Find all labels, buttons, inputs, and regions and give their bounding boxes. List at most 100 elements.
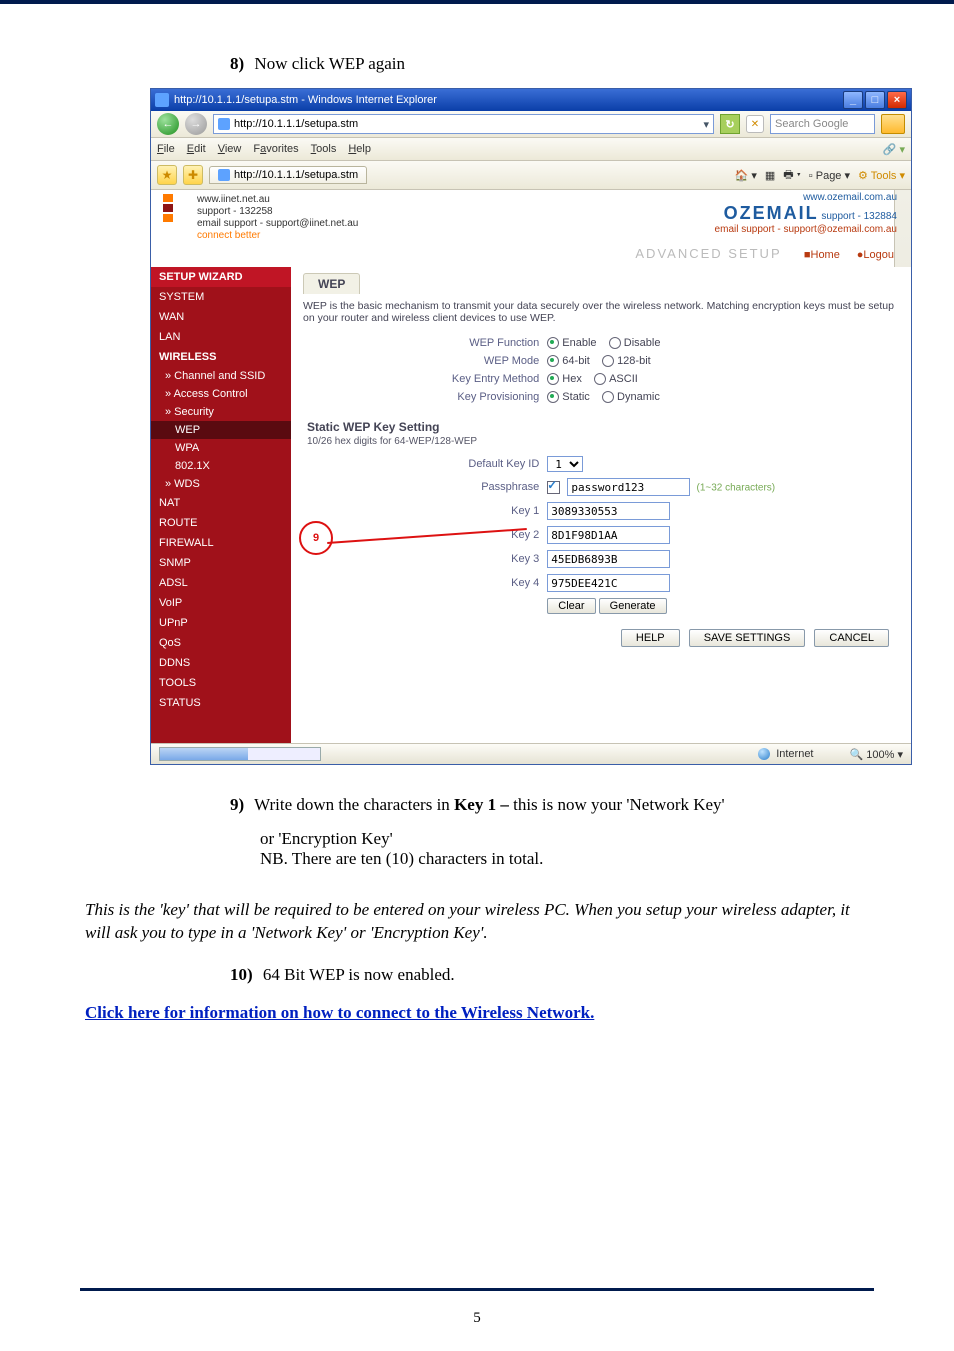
menu-file[interactable]: FFileile (157, 143, 175, 155)
main-panel: WEP WEP is the basic mechanism to transm… (291, 267, 911, 743)
menu-help[interactable]: Help (348, 143, 371, 155)
sidebar-tools[interactable]: TOOLS (151, 673, 291, 693)
sidebar-lan[interactable]: LAN (151, 327, 291, 347)
sidebar-upnp[interactable]: UPnP (151, 613, 291, 633)
iinet-info: www.iinet.net.au support - 132258 email … (197, 194, 358, 242)
ie-icon (155, 93, 169, 107)
search-go-button[interactable] (881, 114, 905, 134)
sidebar-nat[interactable]: NAT (151, 493, 291, 513)
radio-disable[interactable] (609, 337, 621, 349)
step-8: 8) Now click WEP again (230, 54, 874, 74)
ie-status-bar: Internet 🔍 100% ▾ (151, 743, 911, 764)
radio-128bit[interactable] (602, 355, 614, 367)
sidebar-channel-ssid[interactable]: » Channel and SSID (151, 367, 291, 385)
sidebar-security[interactable]: » Security (151, 403, 291, 421)
favicon-icon (218, 118, 230, 130)
internet-zone-icon (758, 748, 770, 760)
back-button[interactable]: ← (157, 113, 179, 135)
page-menu[interactable]: ▫ Page ▾ (809, 169, 850, 182)
ie-nav-row: ← → http://10.1.1.1/setupa.stm ▾ ↻ ✕ Sea… (151, 111, 911, 138)
tab-favicon-icon (218, 169, 230, 181)
minimize-button[interactable]: _ (843, 91, 863, 109)
browser-tab[interactable]: http://10.1.1.1/setupa.stm (209, 166, 367, 184)
connect-wireless-link[interactable]: Click here for information on how to con… (85, 1003, 869, 1023)
internet-zone-label: Internet (776, 748, 813, 760)
sidebar-8021x[interactable]: 802.1X (151, 457, 291, 475)
search-input[interactable]: Search Google (770, 114, 875, 134)
menu-favorites[interactable]: Favorites (253, 143, 298, 155)
menu-links-icon[interactable]: 🔗 ▾ (883, 143, 905, 156)
print-icon[interactable]: 🖶 ▾ (783, 166, 801, 185)
sidebar-system[interactable]: SYSTEM (151, 287, 291, 307)
sidebar-ddns[interactable]: DDNS (151, 653, 291, 673)
sidebar-wan[interactable]: WAN (151, 307, 291, 327)
label-key-entry: Key Entry Method (303, 370, 543, 388)
go-refresh-button[interactable]: ↻ (720, 114, 740, 134)
step9-line1a: Write down the characters in (254, 795, 454, 814)
sidebar-wireless[interactable]: WIRELESS (151, 347, 291, 367)
radio-hex[interactable] (547, 373, 559, 385)
sidebar-status[interactable]: STATUS (151, 693, 291, 713)
zoom-indicator[interactable]: 🔍 100% ▾ (850, 748, 903, 761)
key4-input[interactable] (547, 574, 670, 592)
radio-static[interactable] (547, 391, 559, 403)
menu-view[interactable]: View (218, 143, 242, 155)
radio-ascii[interactable] (594, 373, 606, 385)
address-dropdown-icon[interactable]: ▾ (703, 118, 709, 131)
menu-edit[interactable]: Edit (187, 143, 206, 155)
radio-enable[interactable] (547, 337, 559, 349)
cancel-button[interactable]: CANCEL (814, 629, 889, 647)
connect-better: connect better (197, 230, 358, 242)
wep-description: WEP is the basic mechanism to transmit y… (303, 300, 899, 324)
favorites-star-icon[interactable]: ★ (157, 165, 177, 185)
close-button[interactable]: × (887, 91, 907, 109)
static-wep-heading: Static WEP Key Setting (307, 420, 899, 434)
key2-input[interactable] (547, 526, 670, 544)
feeds-icon[interactable]: ▦ (765, 169, 775, 182)
help-button[interactable]: HELP (621, 629, 680, 647)
callout-9-text: 9 (313, 532, 319, 544)
forward-button[interactable]: → (185, 113, 207, 135)
key3-input[interactable] (547, 550, 670, 568)
label-key4: Key 4 (303, 571, 543, 595)
generate-button[interactable]: Generate (599, 598, 667, 614)
radio-64bit[interactable] (547, 355, 559, 367)
home-icon[interactable]: 🏠 ▾ (735, 169, 757, 182)
logout-link[interactable]: ●Logout (857, 249, 897, 261)
tools-menu[interactable]: ⚙ Tools ▾ (858, 169, 905, 182)
tab-label: http://10.1.1.1/setupa.stm (234, 169, 358, 181)
sidebar-adsl[interactable]: ADSL (151, 573, 291, 593)
sidebar-firewall[interactable]: FIREWALL (151, 533, 291, 553)
window-controls: _ □ × (843, 91, 907, 109)
step9-line2: or 'Encryption Key' (260, 829, 874, 849)
oz-email: email support - support@ozemail.com.au (715, 224, 897, 235)
passphrase-checkbox[interactable] (547, 481, 560, 494)
home-link[interactable]: ■Home (804, 249, 840, 261)
passphrase-input[interactable] (567, 478, 690, 496)
step-9: 9) Write down the characters in Key 1 – … (230, 795, 874, 815)
default-key-select[interactable]: 1 (547, 456, 583, 472)
sidebar-snmp[interactable]: SNMP (151, 553, 291, 573)
maximize-button[interactable]: □ (865, 91, 885, 109)
iinet-support: support - 132258 (197, 206, 358, 218)
sidebar-wpa[interactable]: WPA (151, 439, 291, 457)
clear-button[interactable]: Clear (547, 598, 595, 614)
sidebar-wds[interactable]: » WDS (151, 475, 291, 493)
sidebar-qos[interactable]: QoS (151, 633, 291, 653)
save-settings-button[interactable]: SAVE SETTINGS (689, 629, 806, 647)
sidebar-route[interactable]: ROUTE (151, 513, 291, 533)
step9-num: 9) (230, 795, 244, 814)
radio-dynamic[interactable] (602, 391, 614, 403)
sidebar-setup-wizard[interactable]: SETUP WIZARD (151, 267, 291, 287)
footer-rule (80, 1288, 874, 1291)
menu-tools[interactable]: Tools (311, 143, 337, 155)
sidebar-voip[interactable]: VoIP (151, 593, 291, 613)
search-provider-icon[interactable]: ✕ (746, 115, 764, 133)
sidebar-wep[interactable]: WEP (151, 421, 291, 439)
add-favorite-icon[interactable]: ✚ (183, 165, 203, 185)
sidebar-access-control[interactable]: » Access Control (151, 385, 291, 403)
advanced-setup-label: ADVANCED SETUP (635, 246, 781, 261)
iinet-email: email support - support@iinet.net.au (197, 218, 358, 230)
address-bar[interactable]: http://10.1.1.1/setupa.stm ▾ (213, 114, 714, 134)
key1-input[interactable] (547, 502, 670, 520)
